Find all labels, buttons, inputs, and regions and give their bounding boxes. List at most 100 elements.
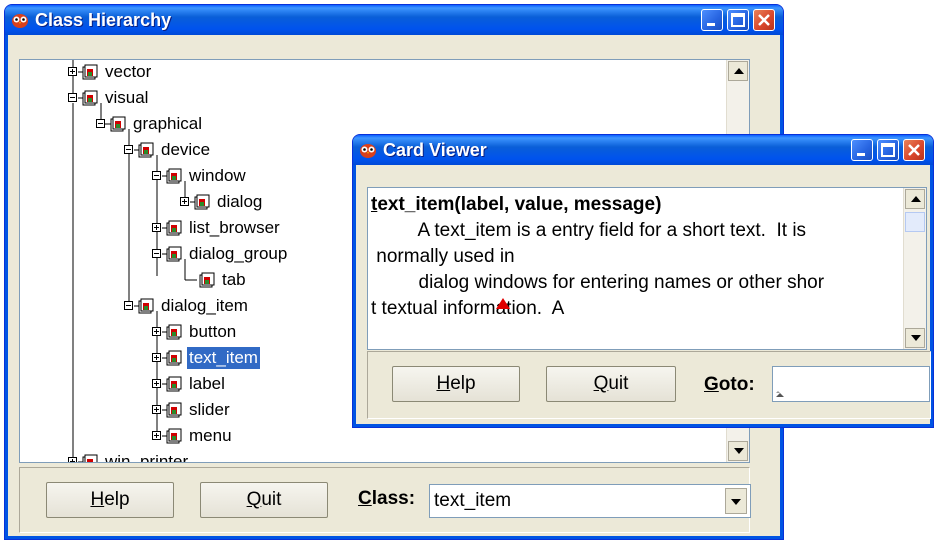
tree-node-label: win_printer (105, 452, 189, 463)
card-heading-rest: ext_item(label, value, message) (377, 194, 662, 215)
expand-icon[interactable] (68, 67, 77, 76)
class-icon (166, 168, 182, 184)
class-label-rest: lass: (371, 488, 416, 509)
help-button[interactable]: Help (46, 482, 174, 518)
class-dropdown-button[interactable] (725, 488, 747, 514)
class-icon (166, 246, 182, 262)
goto-input[interactable] (772, 366, 930, 402)
minimize-button[interactable] (701, 9, 723, 31)
maximize-button[interactable] (877, 139, 899, 161)
class-icon (166, 350, 182, 366)
collapse-icon[interactable] (152, 171, 161, 180)
class-icon (166, 428, 182, 444)
close-button[interactable] (903, 139, 925, 161)
expand-icon[interactable] (152, 353, 161, 362)
tree-node-label: window (189, 166, 246, 185)
expand-icon[interactable] (152, 431, 161, 440)
quit-button[interactable]: Quit (200, 482, 328, 518)
collapse-icon[interactable] (152, 249, 161, 258)
minimize-button[interactable] (851, 139, 873, 161)
arrow-down-icon (734, 448, 744, 454)
class-hierarchy-title: Class Hierarchy (35, 10, 172, 30)
help-mnemonic: H (436, 373, 451, 394)
expand-icon[interactable] (180, 197, 189, 206)
card-vertical-scrollbar[interactable] (903, 188, 926, 349)
class-hierarchy-titlebar[interactable]: Class Hierarchy (5, 5, 783, 35)
resize-grip-icon (776, 391, 784, 397)
help-button[interactable]: Help (392, 366, 520, 402)
class-icon (166, 402, 182, 418)
tree-node-label-selected: text_item (187, 347, 260, 369)
expand-icon[interactable] (152, 379, 161, 388)
card-heading: text_item(label, value, message) (371, 194, 661, 216)
card-viewer-window: Card Viewer text_item(label, value, mess… (352, 134, 934, 428)
help-label-rest: elp (450, 373, 476, 394)
tree-node-label: label (189, 374, 225, 393)
help-label-rest: elp (104, 489, 130, 510)
expand-icon[interactable] (152, 405, 161, 414)
card-viewer-title: Card Viewer (383, 140, 487, 160)
class-combobox[interactable]: text_item (429, 484, 751, 518)
tree-node-label: graphical (133, 114, 202, 133)
scroll-up-button[interactable] (905, 189, 925, 209)
scroll-down-button[interactable] (728, 441, 748, 461)
scroll-down-button[interactable] (905, 328, 925, 348)
close-icon (758, 14, 770, 26)
help-mnemonic: H (90, 489, 105, 510)
quit-mnemonic: Q (593, 373, 609, 394)
tree-node-label: dialog_item (161, 296, 248, 315)
chevron-down-icon (731, 499, 741, 505)
tree-node-label: device (161, 140, 211, 159)
expand-icon[interactable] (68, 457, 77, 462)
goto-label-rest: oto: (718, 374, 755, 395)
quit-label-rest: uit (261, 489, 282, 510)
quit-button[interactable]: Quit (546, 366, 676, 402)
expand-icon[interactable] (152, 327, 161, 336)
expand-icon[interactable] (152, 223, 161, 232)
arrow-up-icon (734, 68, 744, 74)
tree-node-label: menu (189, 426, 232, 445)
card-text-view[interactable]: text_item(label, value, message) A text_… (367, 187, 927, 350)
class-icon (166, 376, 182, 392)
maximize-button[interactable] (727, 9, 749, 31)
class-icon (138, 142, 154, 158)
class-icon (82, 454, 98, 462)
class-hierarchy-button-bar: Help Quit Class: text_item (19, 467, 751, 533)
tree-node-label: tab (222, 270, 246, 289)
class-icon (199, 272, 215, 288)
card-viewer-button-bar: Help Quit Goto: (367, 351, 931, 419)
maximize-icon (731, 13, 745, 27)
text-caret-marker (496, 298, 510, 309)
close-icon (908, 144, 920, 156)
collapse-icon[interactable] (124, 145, 133, 154)
class-icon (82, 64, 98, 80)
maximize-icon (881, 143, 895, 157)
card-text-line: dialog windows for entering names or oth… (371, 272, 825, 293)
quit-mnemonic: Q (246, 489, 262, 510)
close-button[interactable] (753, 9, 775, 31)
class-icon (166, 324, 182, 340)
card-viewer-titlebar[interactable]: Card Viewer (353, 135, 933, 165)
scroll-up-button[interactable] (728, 61, 748, 81)
card-text-line: t textual information. A (371, 298, 565, 319)
goto-label: Goto: (704, 374, 755, 396)
tree-node-label: vector (105, 62, 152, 81)
card-viewer-client: text_item(label, value, message) A text_… (357, 165, 931, 423)
card-text-line: normally used in (371, 246, 515, 267)
class-mnemonic: C (358, 488, 372, 509)
arrow-down-icon (911, 335, 921, 341)
collapse-icon[interactable] (124, 301, 133, 310)
owl-app-icon (360, 144, 376, 158)
tree-node-label: dialog_group (189, 244, 288, 263)
class-icon (138, 298, 154, 314)
class-icon (194, 194, 210, 210)
tree-node-label: button (189, 322, 237, 341)
minimize-icon (707, 23, 715, 26)
collapse-icon[interactable] (68, 93, 77, 102)
tree-node-label: list_browser (189, 218, 280, 237)
scroll-thumb[interactable] (905, 212, 925, 232)
collapse-icon[interactable] (96, 119, 105, 128)
owl-app-icon (12, 14, 28, 28)
tree-node-label: dialog (217, 192, 263, 211)
class-combobox-value[interactable]: text_item (434, 485, 511, 517)
